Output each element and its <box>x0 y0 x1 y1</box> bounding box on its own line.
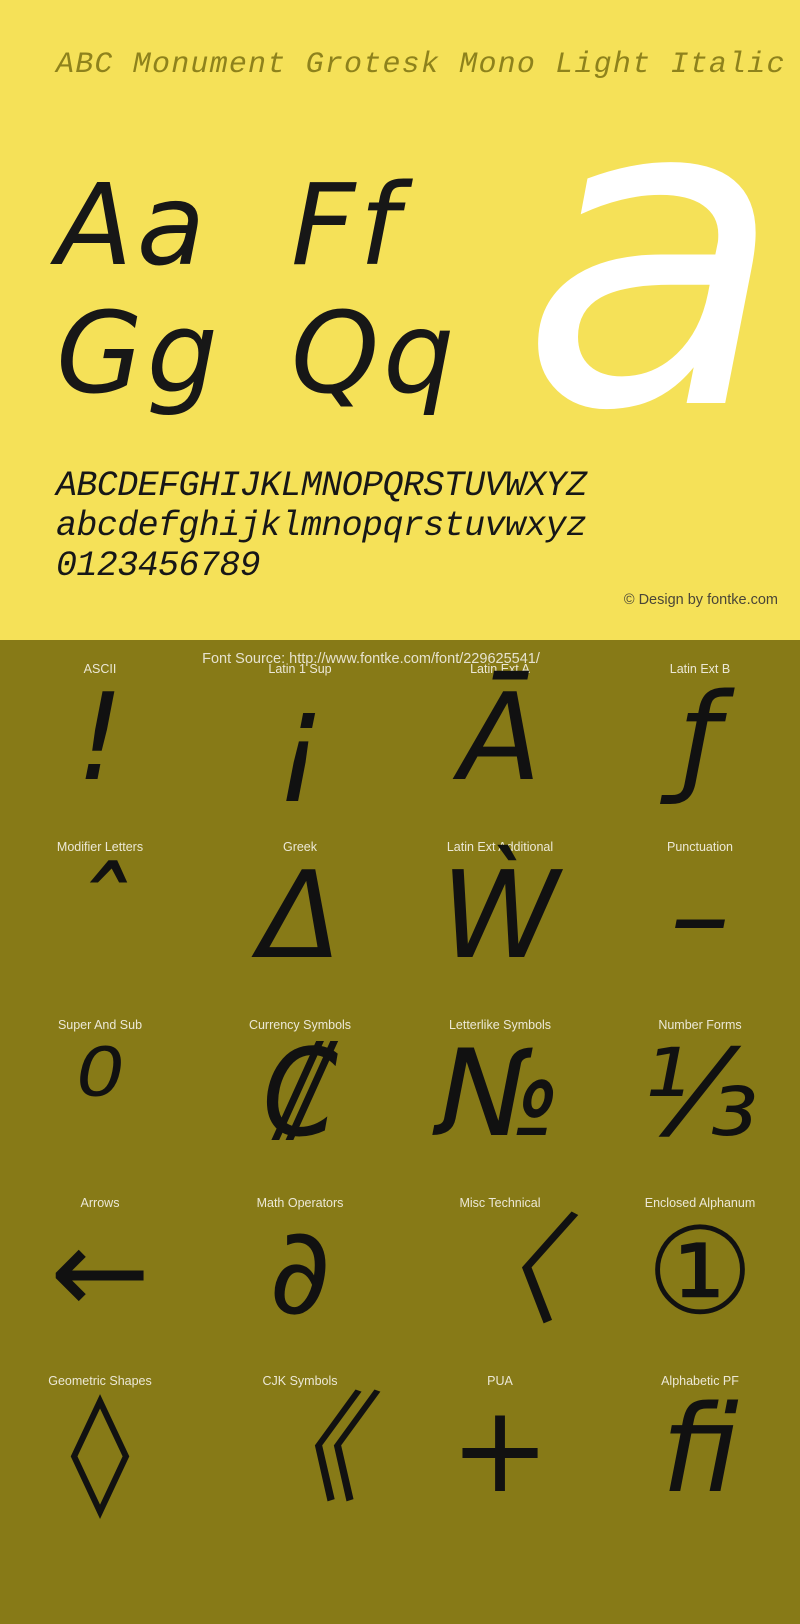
block-cell-misc-technical[interactable]: Misc Technical 〈 <box>400 1188 600 1366</box>
block-row: Geometric Shapes ◊ CJK Symbols 《 PUA + A… <box>0 1366 800 1544</box>
block-glyph: ← <box>49 1203 151 1342</box>
block-glyph: ¡ <box>275 669 325 808</box>
letter-pair-row: Gg Qq <box>56 289 526 424</box>
block-cell-super-and-sub[interactable]: Super And Sub ⁰ <box>0 1010 200 1188</box>
block-glyph: ﬁ <box>661 1381 739 1520</box>
block-glyph: Ẁ <box>440 847 560 986</box>
block-row: Arrows ← Math Operators ∂ Misc Technical… <box>0 1188 800 1366</box>
block-cell-latin-1-sup[interactable]: Latin 1 Sup ¡ <box>200 654 400 832</box>
block-cell-arrows[interactable]: Arrows ← <box>0 1188 200 1366</box>
alphabet-block: ABCDEFGHIJKLMNOPQRSTUVWXYZ abcdefghijklm… <box>56 466 587 586</box>
block-cell-ascii[interactable]: ASCII ! <box>0 654 200 832</box>
letter-pair-row: Aa Ff <box>56 161 526 296</box>
block-cell-modifier-letters[interactable]: Modifier Letters ˆ <box>0 832 200 1010</box>
block-glyph: ƒ <box>678 669 722 808</box>
block-cell-currency-symbols[interactable]: Currency Symbols ₡ <box>200 1010 400 1188</box>
block-glyph: – <box>670 847 730 986</box>
block-cell-number-forms[interactable]: Number Forms ⅓ <box>600 1010 800 1188</box>
letter-pair-qq: Qq <box>291 289 459 419</box>
block-cell-math-operators[interactable]: Math Operators ∂ <box>200 1188 400 1366</box>
unicode-block-grid: ASCII ! Latin 1 Sup ¡ Latin Ext A Ā Lati… <box>0 654 800 1544</box>
block-glyph: 〈 <box>440 1203 560 1342</box>
block-row: Super And Sub ⁰ Currency Symbols ₡ Lette… <box>0 1010 800 1188</box>
specimen-panel: ABC Monument Grotesk Mono Light Italic a… <box>0 0 800 640</box>
block-row: ASCII ! Latin 1 Sup ¡ Latin Ext A Ā Lati… <box>0 654 800 832</box>
block-glyph: ⅓ <box>641 1025 759 1164</box>
alphabet-lowercase: abcdefghijklmnopqrstuvwxyz <box>56 506 587 546</box>
block-cell-latin-ext-additional[interactable]: Latin Ext Additional Ẁ <box>400 832 600 1010</box>
block-glyph: ! <box>75 669 125 808</box>
block-glyph: 《 <box>240 1381 360 1520</box>
block-cell-enclosed-alphanum[interactable]: Enclosed Alphanum ① <box>600 1188 800 1366</box>
block-glyph: ◊ <box>70 1381 130 1520</box>
design-credit: © Design by fontke.com <box>623 592 778 608</box>
block-glyph: ₡ <box>261 1025 339 1164</box>
block-cell-latin-ext-b[interactable]: Latin Ext B ƒ <box>600 654 800 832</box>
block-cell-alphabetic-pf[interactable]: Alphabetic PF ﬁ <box>600 1366 800 1544</box>
block-glyph: ˆ <box>70 847 130 986</box>
block-cell-latin-ext-a[interactable]: Latin Ext A Ā <box>400 654 600 832</box>
block-cell-punctuation[interactable]: Punctuation – <box>600 832 800 1010</box>
alphabet-uppercase: ABCDEFGHIJKLMNOPQRSTUVWXYZ <box>56 466 587 506</box>
block-cell-pua[interactable]: PUA + <box>400 1366 600 1544</box>
block-cell-geometric-shapes[interactable]: Geometric Shapes ◊ <box>0 1366 200 1544</box>
block-glyph: + <box>449 1381 551 1520</box>
block-row: Modifier Letters ˆ Greek Δ Latin Ext Add… <box>0 832 800 1010</box>
alphabet-numerals: 0123456789 <box>56 546 261 586</box>
unicode-blocks-panel: Font Source: http://www.fontke.com/font/… <box>0 640 800 1624</box>
letter-pair-aa: Aa <box>56 161 210 291</box>
block-cell-cjk-symbols[interactable]: CJK Symbols 《 <box>200 1366 400 1544</box>
block-glyph: ① <box>646 1203 754 1342</box>
letter-pair-grid: Aa Ff Gg Qq <box>56 161 526 424</box>
letter-pair-ff: Ff <box>291 161 403 291</box>
block-cell-greek[interactable]: Greek Δ <box>200 832 400 1010</box>
block-glyph: ⁰ <box>75 1025 125 1164</box>
block-glyph: ∂ <box>268 1203 332 1342</box>
block-glyph: Δ <box>258 847 342 986</box>
block-glyph: № <box>437 1025 563 1164</box>
block-glyph: Ā <box>458 669 542 808</box>
display-glyph: a <box>520 5 784 505</box>
font-specimen-page: ABC Monument Grotesk Mono Light Italic a… <box>0 0 800 1624</box>
block-cell-letterlike-symbols[interactable]: Letterlike Symbols № <box>400 1010 600 1188</box>
letter-pair-gg: Gg <box>56 289 222 419</box>
